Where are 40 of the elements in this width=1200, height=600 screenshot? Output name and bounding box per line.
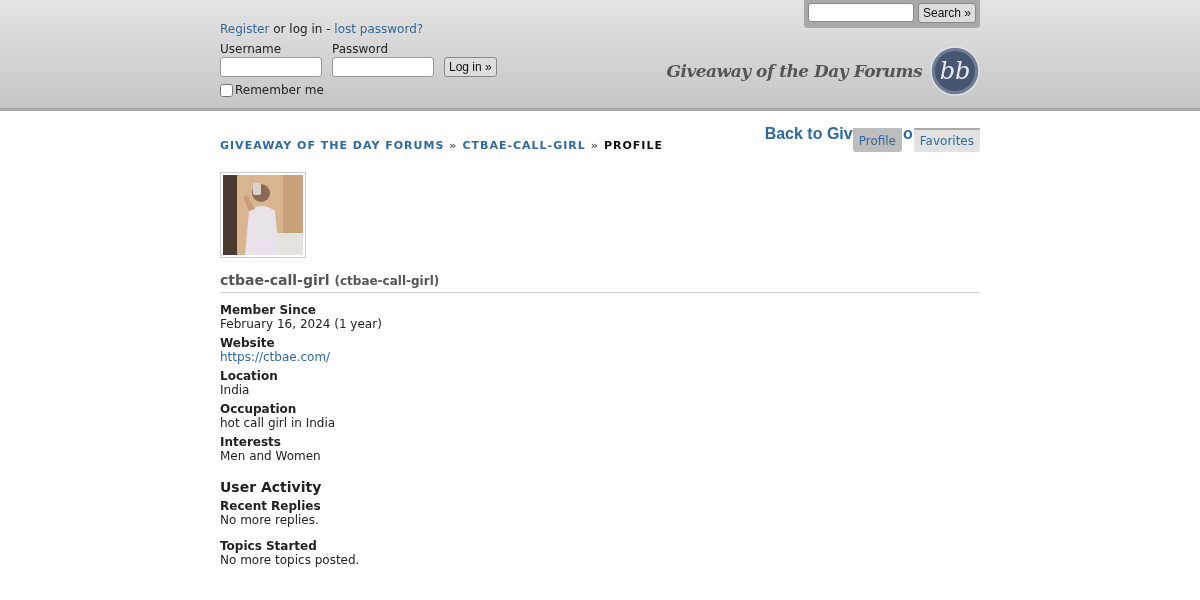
nav-tab[interactable]: Favorites: [913, 128, 980, 152]
breadcrumb-separator: »: [590, 139, 599, 152]
site-title: Giveaway of the Day Forums: [666, 61, 922, 81]
username-field[interactable]: [220, 57, 322, 77]
field-value: hot call girl in India: [220, 416, 337, 430]
breadcrumb-link[interactable]: GIVEAWAY OF THE DAY FORUMS: [220, 139, 445, 152]
field-label: Location: [220, 369, 279, 383]
profile-name: ctbae-call-girl: [220, 272, 330, 288]
website-link[interactable]: https://ctbae.com/: [220, 350, 331, 364]
activity-label: Topics Started: [220, 539, 318, 553]
password-field[interactable]: [332, 57, 434, 77]
field-label: Interests: [220, 435, 282, 449]
lost-password-link[interactable]: lost password?: [334, 22, 424, 36]
field-value: Men and Women: [220, 449, 322, 463]
password-label: Password: [332, 42, 390, 56]
register-link[interactable]: Register: [220, 22, 270, 36]
username-label: Username: [220, 42, 283, 56]
remember-checkbox[interactable]: [220, 83, 233, 97]
field-label: Occupation: [220, 402, 298, 416]
field-label: Member Since: [220, 303, 317, 317]
search-field[interactable]: [807, 3, 914, 22]
search-button[interactable]: Search »: [917, 3, 976, 23]
profile-username: (ctbae-call-girl): [334, 274, 440, 288]
field-label: Website: [220, 336, 276, 350]
breadcrumb-link[interactable]: CTBAE-CALL-GIRL: [462, 139, 586, 152]
breadcrumb-separator: »: [449, 139, 458, 152]
login-text: or log in -: [273, 22, 331, 36]
field-value: February 16, 2024 (1 year): [220, 317, 383, 331]
activity-label: Recent Replies: [220, 499, 322, 513]
section-title: User Activity: [220, 479, 323, 495]
logo-icon: bb: [930, 46, 980, 96]
breadcrumb-current: PROFILE: [603, 139, 663, 152]
activity-value: No more topics posted.: [220, 553, 361, 567]
login-button[interactable]: Log in »: [444, 57, 497, 77]
remember-label: Remember me: [235, 83, 324, 97]
back-link[interactable]: Back to Giv: [764, 125, 853, 143]
field-value: India: [220, 383, 251, 397]
activity-value: No more replies.: [220, 513, 320, 527]
nav-tab[interactable]: Profile: [852, 128, 902, 152]
back-link-fragment[interactable]: o: [902, 125, 914, 143]
